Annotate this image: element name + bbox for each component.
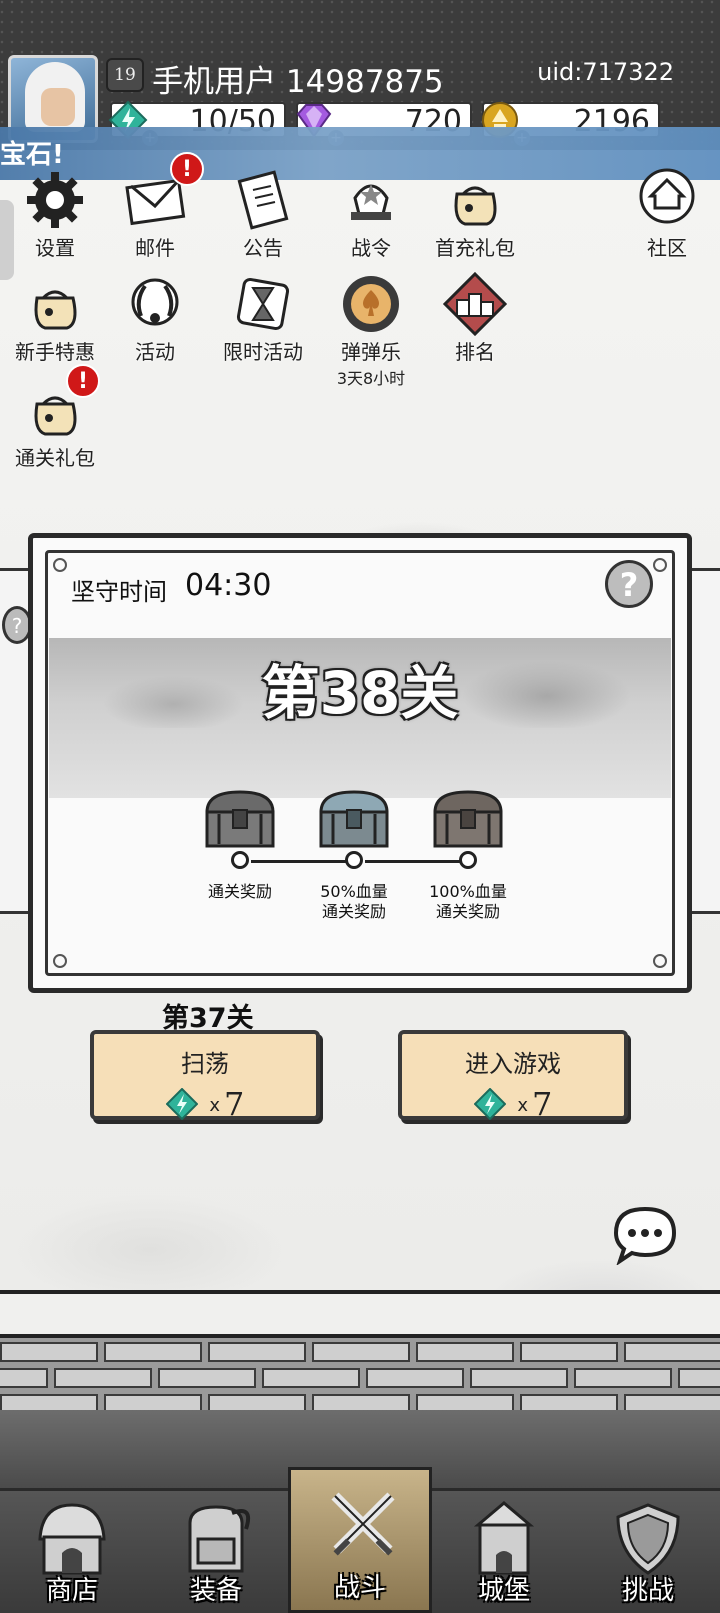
backpack-icon <box>188 1505 251 1573</box>
reward-node <box>459 851 477 869</box>
brick-row <box>0 1342 720 1364</box>
first-recharge-gift-button[interactable]: 首充礼包 <box>420 168 530 261</box>
mail-button[interactable]: 邮件 ! <box>100 152 210 261</box>
brick-row <box>0 1368 720 1390</box>
clear-gift-alert-badge: ! <box>66 364 100 398</box>
nav-challenge-label: 挑战 <box>621 1576 674 1606</box>
reward-node <box>231 851 249 869</box>
enter-game-label: 进入游戏 <box>465 1050 561 1078</box>
energy-gem-icon <box>165 1088 198 1120</box>
nav-equipment-label: 装备 <box>189 1576 242 1606</box>
clear-gift-button[interactable]: 通关礼包 ! <box>0 364 110 471</box>
crossed-swords-icon <box>331 1492 395 1556</box>
laurel-wreath-icon <box>131 278 179 326</box>
home-icon <box>639 168 695 224</box>
events-label: 活动 <box>135 340 175 364</box>
nav-shop-label: 商店 <box>45 1576 98 1606</box>
community-label: 社区 <box>647 236 687 260</box>
player-uid: uid:717322 <box>537 58 674 86</box>
first-recharge-label: 首充礼包 <box>435 236 515 260</box>
notice-button[interactable]: 公告 <box>208 168 318 261</box>
mail-label: 邮件 <box>135 236 175 260</box>
player-name: 手机用户 14987875 <box>152 64 444 100</box>
shield-icon <box>616 1503 680 1575</box>
enter-game-cost: x7 <box>402 1085 624 1123</box>
reward-progress-line <box>365 860 461 863</box>
stage-title: 第38关 <box>261 659 459 727</box>
limited-events-button[interactable]: 限时活动 <box>208 272 318 365</box>
gift-bag-icon <box>454 186 497 226</box>
settings-button[interactable]: 设置 <box>0 168 110 261</box>
reward-label-clear: 通关奖励 <box>207 882 272 901</box>
events-button[interactable]: 活动 <box>100 272 210 365</box>
gear-icon <box>27 172 83 228</box>
community-button[interactable]: 社区 <box>612 168 720 261</box>
wall-cap <box>0 1290 720 1338</box>
silver-chest-icon[interactable] <box>317 788 391 850</box>
pinball-timer: 3天8小时 <box>336 369 406 388</box>
defense-time-label: 坚守时间 <box>71 578 167 606</box>
announcement-text: 宝石! <box>0 140 64 170</box>
notice-label: 公告 <box>243 236 283 260</box>
nav-battle[interactable]: 战斗 <box>288 1467 432 1613</box>
nav-challenge[interactable]: 挑战 <box>576 1491 720 1613</box>
bottom-navigation: 商店 装备 战斗 城堡 挑战 <box>0 1467 720 1613</box>
next-stage-card-edge[interactable] <box>689 568 720 914</box>
reward-label-half-hp: 50%血量 通关奖励 <box>320 882 388 921</box>
shop-hut-icon <box>38 1503 106 1575</box>
stage-card: 坚守时间 04:30 ? 第38关 通关奖励 50%血量 通关奖励 100%血量… <box>28 533 692 993</box>
limited-events-label: 限时活动 <box>223 340 303 364</box>
newbie-offer-button[interactable]: 新手特惠 <box>0 272 110 365</box>
reward-progress-line <box>251 860 347 863</box>
battle-pass-button[interactable]: 战令 <box>316 168 426 261</box>
nav-castle-label: 城堡 <box>477 1576 530 1606</box>
stage-help-button[interactable]: ? <box>605 560 653 608</box>
podium-icon <box>442 271 508 337</box>
scroll-icon <box>237 170 289 230</box>
mail-alert-badge: ! <box>170 152 204 186</box>
newbie-offer-label: 新手特惠 <box>15 340 95 364</box>
nav-castle[interactable]: 城堡 <box>432 1491 576 1613</box>
enter-game-button[interactable]: 进入游戏 x7 <box>398 1030 628 1123</box>
settings-label: 设置 <box>35 236 75 260</box>
pinball-label: 弹弹乐 <box>341 340 401 364</box>
spade-chip-icon <box>343 276 399 332</box>
battle-pass-label: 战令 <box>351 236 391 260</box>
gift-bag-icon <box>34 290 77 330</box>
defense-time-value: 04:30 <box>185 568 272 603</box>
ranking-label: 排名 <box>455 340 495 364</box>
sweep-button[interactable]: 扫荡 x7 <box>90 1030 320 1123</box>
sweep-cost: x7 <box>94 1085 316 1123</box>
nav-shop[interactable]: 商店 <box>0 1491 144 1613</box>
pinball-button[interactable]: 弹弹乐 3天8小时 <box>316 272 426 389</box>
clear-gift-label: 通关礼包 <box>15 446 95 470</box>
energy-gem-icon <box>473 1088 506 1120</box>
treasure-chest-icon[interactable] <box>203 788 277 850</box>
wooden-chest-icon[interactable] <box>431 788 505 850</box>
hourglass-icon <box>236 277 290 331</box>
castle-tower-icon <box>473 1501 535 1575</box>
medal-shield-icon <box>351 184 391 220</box>
sweep-label: 扫荡 <box>181 1050 229 1078</box>
nav-battle-label: 战斗 <box>333 1573 386 1603</box>
player-level-badge: 19 <box>106 58 144 92</box>
nav-equipment[interactable]: 装备 <box>144 1491 288 1613</box>
ranking-button[interactable]: 排名 <box>420 271 530 365</box>
reward-label-full-hp: 100%血量 通关奖励 <box>429 882 507 921</box>
chat-bubble-icon[interactable] <box>612 1205 678 1265</box>
reward-node <box>345 851 363 869</box>
